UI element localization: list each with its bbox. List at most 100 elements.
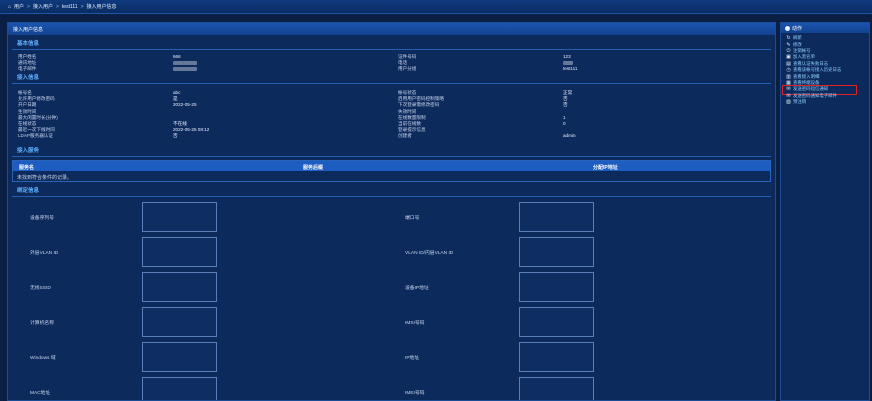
- blacklist-icon: ▣: [786, 54, 791, 61]
- online-icon: ▥: [786, 73, 791, 80]
- field-value: [563, 60, 573, 65]
- binding-input[interactable]: [519, 201, 594, 232]
- breadcrumb-separator: >: [55, 3, 59, 10]
- col-service-name[interactable]: 服务名: [19, 164, 34, 171]
- binding-label: IP地址: [405, 355, 420, 361]
- table-empty-row: 未找到符合条件的记录。: [13, 171, 770, 181]
- info-row: LDAP服务器认证 否 创建者 admin: [8, 133, 775, 139]
- empty-message: 未找到符合条件的记录。: [17, 174, 73, 181]
- user-info-panel: 接入用户信息 基本信息 用户姓名 666 证件号码 123 通讯地址 电话 电子邮件 用户分组…: [7, 22, 776, 401]
- action-label[interactable]: 查看该帐号接入历史日志: [793, 67, 841, 73]
- info-row: 电子邮件 用户分组 test111: [8, 66, 775, 72]
- field-label: 下次登录需修改密码: [398, 102, 440, 108]
- cancel-account-icon: ▧: [786, 99, 791, 106]
- binding-row: MAC地址 IMEI号码: [8, 375, 775, 400]
- refresh-icon: ↻: [786, 35, 791, 42]
- action-label[interactable]: 查看接入明细: [793, 74, 819, 80]
- binding-label: MAC地址: [30, 390, 51, 396]
- field-label: 开户日期: [18, 102, 37, 108]
- field-label: 用户分组: [398, 66, 417, 71]
- actions-header: 动作: [781, 23, 869, 33]
- field-label: LDAP服务器认证: [18, 133, 53, 139]
- services-table-header: 服务名 服务后缀 分配IP地址: [13, 160, 770, 171]
- action-label[interactable]: 刷新: [793, 35, 802, 41]
- breadcrumb-separator: >: [80, 3, 84, 10]
- action-icon: [785, 25, 790, 31]
- field-value: 2022-05-25: [173, 102, 197, 108]
- binding-label: IMEI号码: [405, 390, 425, 396]
- binding-input[interactable]: [142, 271, 217, 302]
- action-list: ↻ 刷新 ✎ 修改 ⏻ 注销帐号 ▣ 加入黑名单 ▤ 查看认证失败日志 ◷ 查看该帐号接入历史日志 ▥ 查…: [781, 33, 869, 105]
- field-label: 电子邮件: [18, 66, 37, 71]
- col-service-suffix[interactable]: 服务后缀: [303, 164, 323, 171]
- edit-icon: ✎: [786, 41, 791, 48]
- binding-input[interactable]: [519, 271, 594, 302]
- field-value: 否: [563, 96, 568, 102]
- home-icon[interactable]: ⌂: [8, 4, 11, 10]
- binding-label: 端口号: [405, 215, 420, 221]
- action-item[interactable]: ▧ 预注销: [786, 99, 869, 105]
- binding-row: 计算机名称 IMSI号码: [8, 305, 775, 340]
- panel-title: 接入用户信息: [8, 23, 775, 35]
- action-label[interactable]: 发送密码短信通知: [793, 86, 828, 92]
- action-label[interactable]: 预注销: [793, 99, 806, 105]
- action-label[interactable]: 加入黑名单: [793, 54, 815, 60]
- sms-password-icon: ✉: [786, 86, 791, 93]
- section-basic-info: 基本信息: [12, 35, 771, 50]
- section-access-services: 接入服务: [12, 140, 771, 157]
- binding-input[interactable]: [519, 236, 594, 267]
- binding-input[interactable]: [142, 306, 217, 337]
- binding-label: 设备IP地址: [405, 285, 429, 291]
- auth-log-icon: ▤: [786, 60, 791, 67]
- breadcrumb-item-current: 接入用户信息: [86, 4, 117, 10]
- binding-row: 无线SSID 设备IP地址: [8, 270, 775, 305]
- action-label[interactable]: 修改: [793, 42, 802, 48]
- field-value: 0: [563, 120, 566, 126]
- binding-input[interactable]: [519, 341, 594, 372]
- section-access-info: 接入信息: [12, 72, 771, 84]
- field-value: 正常: [563, 90, 573, 95]
- services-table: 服务名 服务后缀 分配IP地址 未找到符合条件的记录。: [12, 159, 771, 182]
- binding-label: 无线SSID: [30, 285, 51, 291]
- col-assigned-ip[interactable]: 分配IP地址: [593, 164, 618, 171]
- field-label: 失效时间: [398, 108, 417, 114]
- breadcrumb-item-user[interactable]: 用户: [14, 3, 24, 10]
- binding-label: 外层VLAN ID: [30, 250, 59, 256]
- breadcrumb-item-test111[interactable]: test111: [62, 4, 78, 10]
- redacted-value: [563, 60, 573, 65]
- binding-input[interactable]: [142, 376, 217, 400]
- redacted-value: [173, 60, 197, 65]
- field-value: 2022-05-25 08:12: [173, 127, 210, 133]
- binding-input[interactable]: [142, 341, 217, 372]
- breadcrumb: ⌂ 用户 > 接入用户 > test111 > 接入用户信息: [0, 0, 872, 14]
- action-label[interactable]: 查看认证失败日志: [793, 61, 828, 67]
- field-value: [173, 66, 197, 71]
- breadcrumb-item-access-user[interactable]: 接入用户: [33, 3, 53, 10]
- binding-label: VLAN ID/内层VLAN ID: [405, 250, 454, 256]
- history-icon: ◷: [786, 67, 791, 74]
- binding-input[interactable]: [142, 201, 217, 232]
- field-value: abc: [173, 90, 181, 95]
- field-value: 否: [173, 133, 178, 139]
- binding-label: 设备序列号: [30, 215, 54, 221]
- binding-label: IMSI号码: [405, 320, 425, 326]
- binding-input[interactable]: [519, 376, 594, 400]
- access-info-list: 帐号名 abc 帐号状态 正常 允许用户修改密码是启用用户密码控制策略否开户日期 2022…: [8, 90, 775, 140]
- binding-label: Windows 域: [30, 355, 56, 361]
- field-value: test111: [563, 66, 578, 71]
- power-icon: ⏻: [786, 47, 791, 54]
- field-value: 是: [173, 96, 178, 102]
- actions-panel: 动作 ↻ 刷新 ✎ 修改 ⏻ 注销帐号 ▣ 加入黑名单 ▤ 查看认证失败日志 ◷ 查看该帐号接入历史日…: [780, 22, 870, 401]
- binding-input[interactable]: [519, 306, 594, 337]
- binding-row: 设备序列号 端口号: [8, 200, 775, 235]
- field-value: 不在线: [173, 120, 187, 126]
- section-binding-info: 绑定信息: [12, 182, 771, 197]
- binding-info-list: 设备序列号 端口号外层VLAN ID VLAN ID/内层VLAN ID 无线SSID…: [8, 200, 775, 400]
- action-label[interactable]: 发送密码通知电子邮件: [793, 93, 837, 99]
- field-value: 123: [563, 54, 571, 59]
- binding-input[interactable]: [142, 236, 217, 267]
- field-value: 666: [173, 54, 181, 59]
- field-label: 最大闲置时长(分钟): [18, 114, 58, 120]
- field-value: [173, 60, 197, 65]
- redacted-value: [173, 66, 197, 71]
